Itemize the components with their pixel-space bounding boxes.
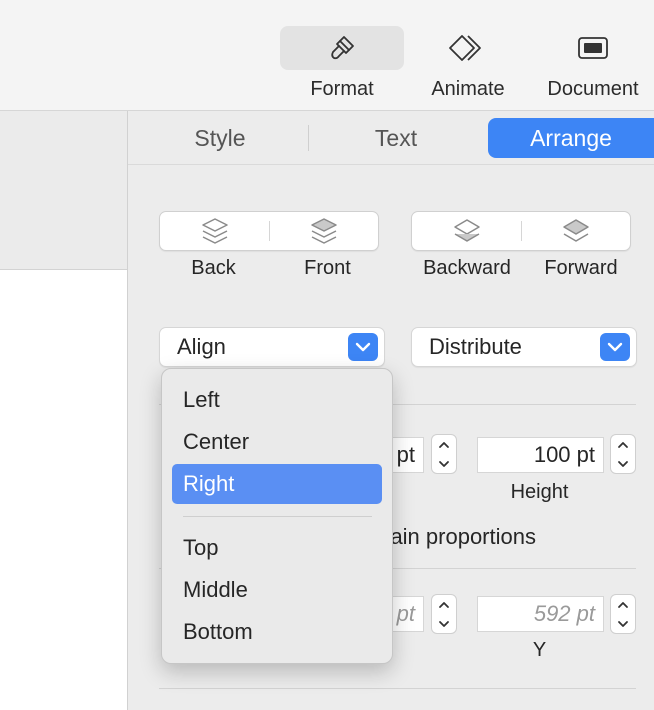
tab-style[interactable]: Style [160,118,280,158]
tab-arrange[interactable]: Arrange [488,118,654,158]
tab-text[interactable]: Text [336,118,456,158]
y-stepper[interactable] [610,594,636,634]
slide-canvas[interactable] [0,270,127,710]
send-backward-button[interactable] [412,212,521,250]
menu-item-top[interactable]: Top [172,528,382,568]
format-label: Format [310,78,374,100]
x-stepper[interactable] [431,594,457,634]
align-menu: Left Center Right Top Middle Bottom [161,368,393,664]
menu-item-center[interactable]: Center [172,422,382,462]
distribute-popup[interactable]: Distribute [411,327,637,367]
distribute-popup-label: Distribute [429,334,522,359]
menu-item-bottom[interactable]: Bottom [172,612,382,652]
height-value: 100 pt [533,442,595,467]
height-stepper[interactable] [610,434,636,474]
width-value: pt [396,442,415,467]
document-button[interactable]: Document [531,26,654,110]
menu-item-middle[interactable]: Middle [172,570,382,610]
document-icon [531,26,654,70]
inspector-tabs: Style Text Arrange [128,111,654,165]
section-divider [159,688,636,689]
back-front-control [159,211,379,251]
layers-back-icon [201,218,228,244]
layers-front-icon [311,218,337,244]
chevron-down-icon[interactable] [611,454,635,473]
bring-to-front-button[interactable] [270,212,378,250]
chevron-up-icon[interactable] [611,435,635,454]
height-field[interactable]: 100 pt [477,437,604,473]
width-stepper[interactable] [431,434,457,474]
y-label: Y [532,639,547,661]
height-label: Height [510,481,569,503]
paintbrush-icon [280,26,404,70]
align-popup[interactable]: Align [159,327,385,367]
backward-forward-control [411,211,631,251]
back-label: Back [191,257,236,279]
chevron-down-icon[interactable] [611,614,635,633]
animate-label: Animate [431,78,505,100]
format-button[interactable]: Format [280,26,404,110]
document-label: Document [547,78,639,100]
chevron-down-icon[interactable] [432,614,456,633]
y-value: 592 pt [533,601,595,626]
chevron-down-icon[interactable] [432,454,456,473]
send-to-back-button[interactable] [160,212,269,250]
tab-separator [308,125,309,151]
chevron-down-icon [348,333,378,361]
animate-button[interactable]: Animate [406,26,530,110]
x-value: pt [396,601,415,626]
chevron-up-icon[interactable] [432,595,456,614]
diamond-icon [406,26,530,70]
forward-label: Forward [544,257,618,279]
y-field[interactable]: 592 pt [477,596,604,632]
toolbar: Format Animate Document [0,0,654,111]
menu-item-right[interactable]: Right [172,464,382,504]
chevron-up-icon[interactable] [432,435,456,454]
layer-forward-icon [563,219,589,242]
menu-separator [183,516,372,517]
layer-backward-icon [453,219,480,242]
menu-item-left[interactable]: Left [172,380,382,420]
align-popup-label: Align [177,334,226,359]
front-label: Front [304,257,351,279]
canvas-background [0,111,127,270]
chevron-down-icon [600,333,630,361]
bring-forward-button[interactable] [522,212,630,250]
backward-label: Backward [423,257,511,279]
chevron-up-icon[interactable] [611,595,635,614]
